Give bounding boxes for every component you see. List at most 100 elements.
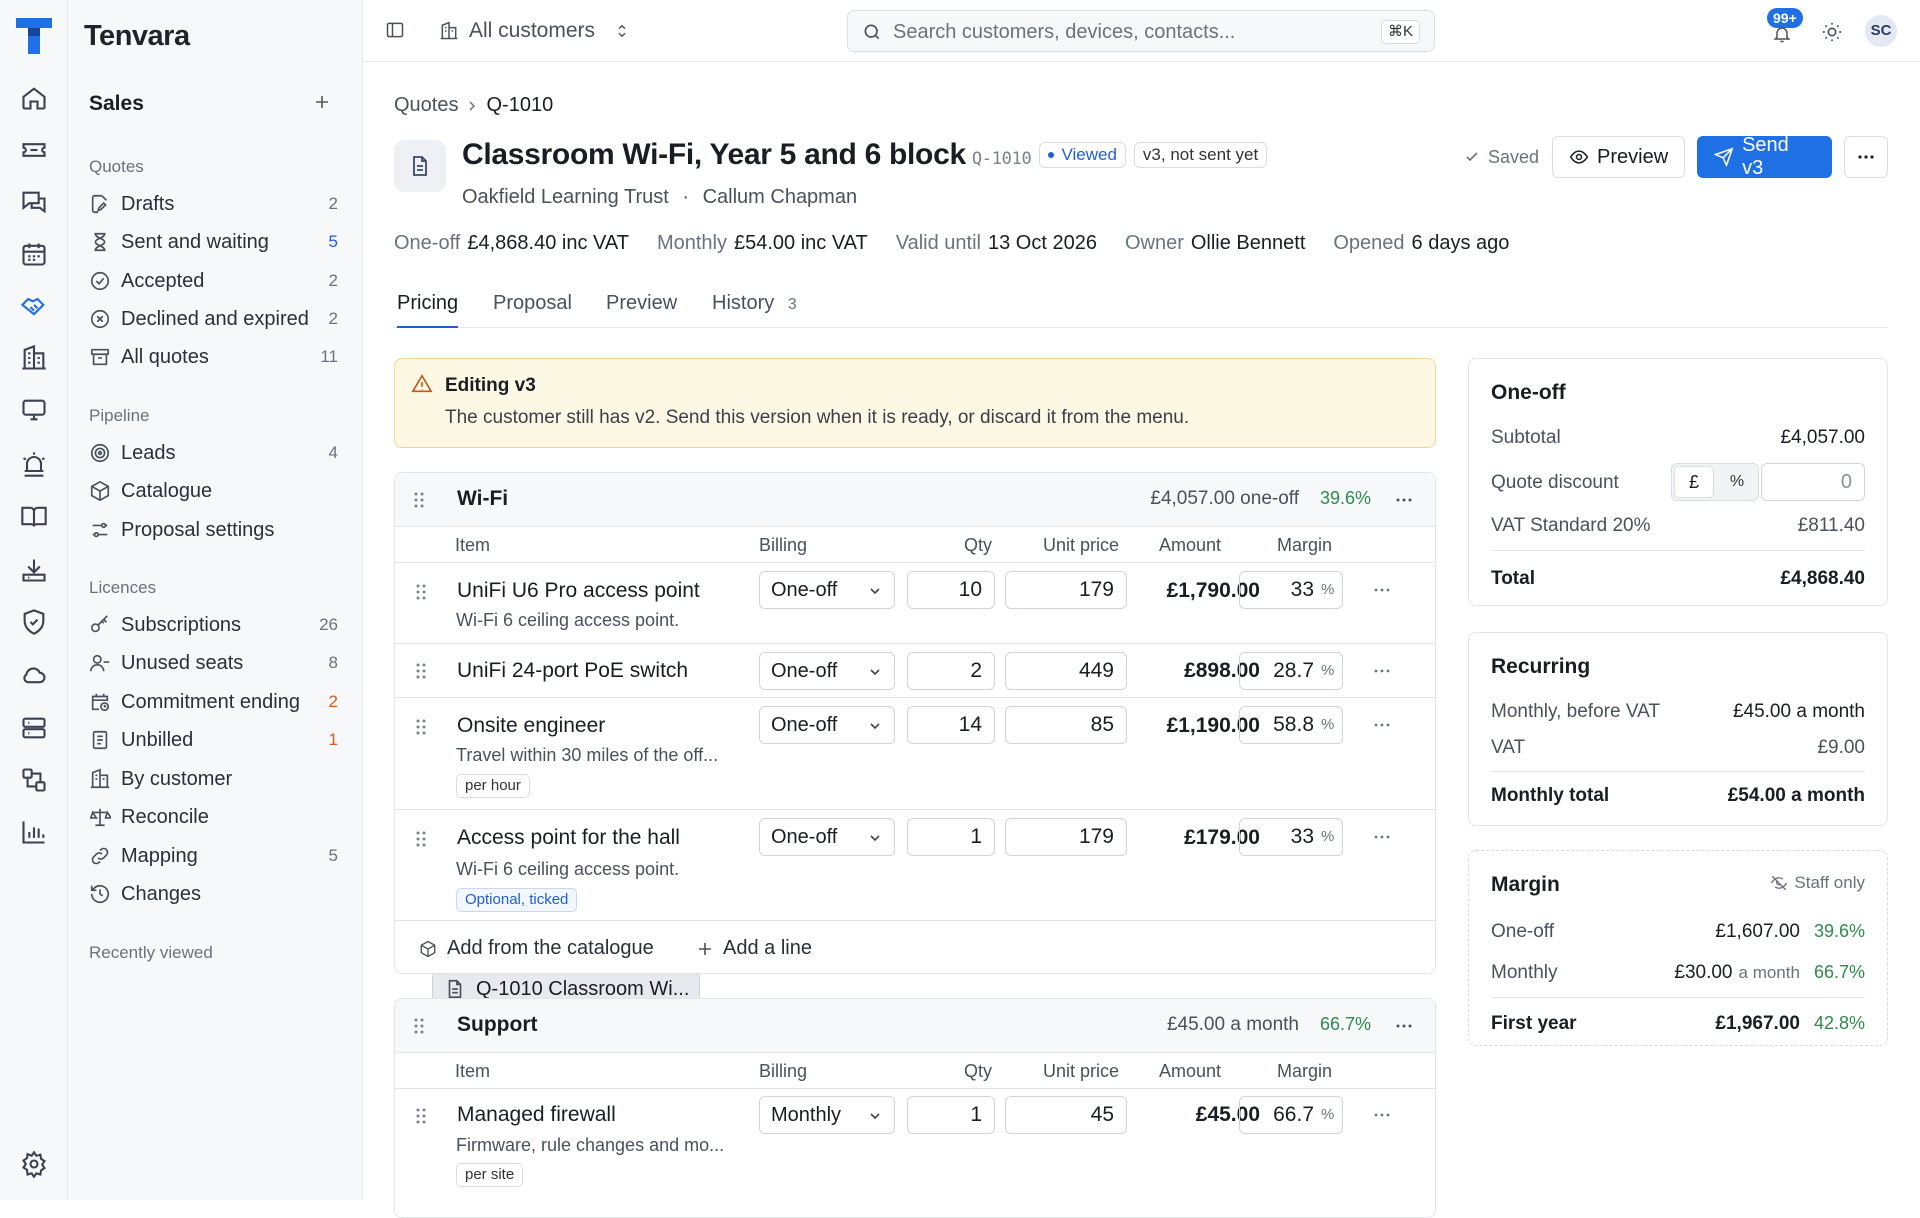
billing-select[interactable]: One-off — [759, 818, 895, 856]
tab-proposal[interactable]: Proposal — [493, 292, 572, 328]
quantity-input[interactable]: 10 — [907, 571, 995, 609]
drag-handle-icon[interactable] — [415, 830, 427, 848]
line-item-name[interactable]: UniFi 24-port PoE switch — [457, 659, 688, 683]
unit-price-input[interactable]: 179 — [1005, 818, 1127, 856]
row-more-icon[interactable] — [1373, 662, 1391, 680]
line-item-name[interactable]: Onsite engineer — [457, 714, 605, 738]
send-button[interactable]: Send v3 — [1697, 134, 1833, 179]
drag-handle-icon[interactable] — [415, 718, 427, 736]
discount-currency-option[interactable]: £ — [1674, 466, 1714, 498]
sidebar-item-declined-and-expired[interactable]: Declined and expired 2 — [80, 302, 350, 336]
quantity-input[interactable]: 14 — [907, 706, 995, 744]
workflow-icon[interactable] — [20, 766, 48, 794]
line-item-name[interactable]: Access point for the hall — [457, 826, 680, 850]
billing-select[interactable]: One-off — [759, 706, 895, 744]
sun-theme-icon[interactable] — [1821, 21, 1843, 43]
notifications-button[interactable]: 99+ — [1763, 8, 1803, 50]
sidebar-item-commitment-ending[interactable]: Commitment ending 2 — [80, 685, 350, 719]
handshake-icon[interactable] — [20, 292, 48, 320]
preview-button[interactable]: Preview — [1552, 136, 1686, 178]
add-from-catalogue-button[interactable]: Add from the catalogue — [419, 937, 654, 960]
sidebar-item-reconcile[interactable]: Reconcile — [80, 800, 350, 834]
ticket-icon[interactable] — [20, 136, 48, 164]
section-title[interactable]: Support — [457, 1013, 537, 1037]
optional-tag[interactable]: Optional, ticked — [456, 888, 578, 912]
document-icon — [448, 979, 462, 999]
sidebar-item-label: Changes — [121, 882, 202, 905]
bar-chart-icon[interactable] — [20, 818, 48, 846]
unit-price-input[interactable]: 85 — [1005, 706, 1127, 744]
sidebar-item-unused-seats[interactable]: Unused seats 8 — [80, 646, 350, 680]
sidebar-item-count: 2 — [328, 692, 338, 711]
discount-input[interactable]: 0 — [1761, 463, 1865, 501]
sidebar-item-proposal-settings[interactable]: Proposal settings — [80, 513, 350, 547]
line-item-name[interactable]: UniFi U6 Pro access point — [457, 579, 700, 603]
billing-select[interactable]: One-off — [759, 652, 895, 690]
settings-gear-icon[interactable] — [20, 1150, 48, 1178]
chat-icon[interactable] — [20, 188, 48, 216]
sidebar-item-subscriptions[interactable]: Subscriptions 26 — [80, 608, 350, 642]
tab-history[interactable]: History 3 — [712, 292, 797, 328]
discount-percent-option[interactable]: % — [1718, 466, 1756, 498]
quantity-input[interactable]: 1 — [907, 818, 995, 856]
drag-handle-icon[interactable] — [413, 1017, 425, 1035]
unit-price-input[interactable]: 449 — [1005, 652, 1127, 690]
shield-check-icon[interactable] — [20, 608, 48, 636]
home-icon[interactable] — [20, 84, 48, 112]
line-item-name[interactable]: Managed firewall — [457, 1103, 616, 1127]
scope-label: All customers — [469, 19, 596, 42]
unit-price-input[interactable]: 179 — [1005, 571, 1127, 609]
book-icon[interactable] — [20, 502, 48, 530]
building-icon[interactable] — [20, 344, 48, 372]
billing-select[interactable]: One-off — [759, 571, 895, 609]
row-more-icon[interactable] — [1373, 1106, 1391, 1124]
cloud-icon[interactable] — [20, 660, 48, 688]
monitor-icon[interactable] — [20, 396, 48, 424]
alarm-icon[interactable] — [20, 450, 48, 478]
customer-link[interactable]: Oakfield Learning Trust — [462, 186, 669, 208]
section-more-icon[interactable] — [1395, 491, 1413, 509]
unit-price-input[interactable]: 45 — [1005, 1096, 1127, 1134]
avatar[interactable]: SC — [1865, 15, 1897, 47]
sidebar-item-catalogue[interactable]: Catalogue — [80, 474, 350, 508]
section-title[interactable]: Wi-Fi — [457, 487, 508, 511]
contact-link[interactable]: Callum Chapman — [703, 186, 858, 208]
calendar-icon[interactable] — [20, 240, 48, 268]
sidebar-item-sent-and-waiting[interactable]: Sent and waiting 5 — [80, 225, 350, 259]
sidebar-item-changes[interactable]: Changes — [80, 877, 350, 911]
first-year-percent: 42.8% — [1813, 1013, 1865, 1033]
sidebar-toggle-icon[interactable] — [385, 20, 405, 40]
drag-handle-icon[interactable] — [415, 583, 427, 601]
section-card-wifi: Wi-Fi £4,057.00 one-off 39.6% Item Billi… — [394, 472, 1436, 974]
drag-handle-icon[interactable] — [413, 491, 425, 509]
tab-preview[interactable]: Preview — [606, 292, 677, 328]
sidebar-item-mapping[interactable]: Mapping 5 — [80, 839, 350, 873]
tenvara-logo-icon[interactable] — [14, 16, 54, 56]
sidebar-item-unbilled[interactable]: Unbilled 1 — [80, 723, 350, 757]
breadcrumb-root[interactable]: Quotes — [394, 94, 458, 117]
row-more-icon[interactable] — [1373, 828, 1391, 846]
sidebar-item-by-customer[interactable]: By customer — [80, 762, 350, 796]
drag-handle-icon[interactable] — [415, 1107, 427, 1125]
add-icon[interactable] — [312, 92, 332, 112]
global-search-input[interactable]: Search customers, devices, contacts... ⌘… — [847, 10, 1435, 52]
server-icon[interactable] — [20, 714, 48, 742]
sidebar-item-all-quotes[interactable]: All quotes 11 — [80, 340, 350, 374]
drag-handle-icon[interactable] — [415, 662, 427, 680]
more-actions-button[interactable] — [1844, 136, 1888, 178]
billing-select[interactable]: Monthly — [759, 1096, 895, 1134]
row-more-icon[interactable] — [1373, 716, 1391, 734]
sidebar-item-drafts[interactable]: Drafts 2 — [80, 187, 350, 221]
quantity-input[interactable]: 1 — [907, 1096, 995, 1134]
stat-value[interactable]: Ollie Bennett — [1191, 232, 1306, 254]
sidebar-item-leads[interactable]: Leads 4 — [80, 436, 350, 470]
download-tray-icon[interactable] — [20, 556, 48, 584]
icon-rail — [0, 0, 68, 1200]
customer-scope-selector[interactable]: All customers — [439, 16, 631, 46]
add-line-button[interactable]: Add a line — [697, 937, 812, 960]
quantity-input[interactable]: 2 — [907, 652, 995, 690]
section-more-icon[interactable] — [1395, 1017, 1413, 1035]
row-more-icon[interactable] — [1373, 581, 1391, 599]
tab-pricing[interactable]: Pricing — [397, 292, 459, 328]
sidebar-item-accepted[interactable]: Accepted 2 — [80, 264, 350, 298]
